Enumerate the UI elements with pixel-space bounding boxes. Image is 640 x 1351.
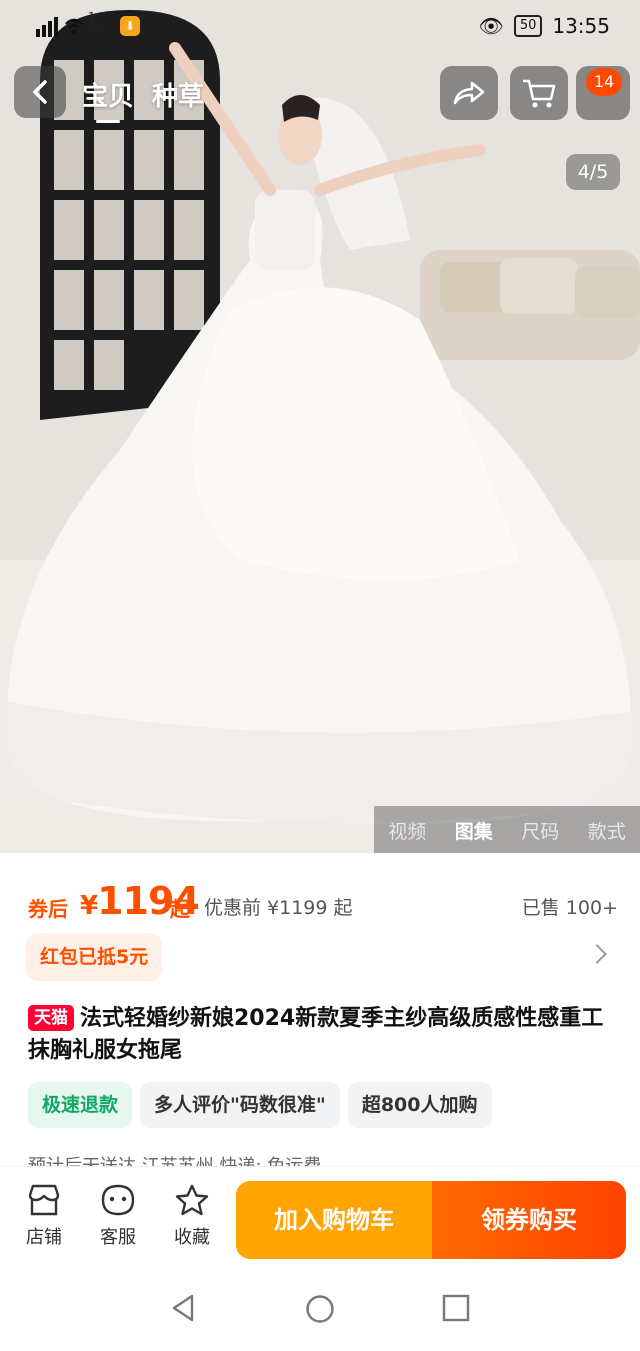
media-tab-gallery[interactable]: 图集 <box>455 817 493 844</box>
tag-list: 极速退款 多人评价"码数很准" 超800人加购 <box>28 1082 492 1128</box>
service-icon <box>101 1184 135 1216</box>
buy-with-coupon-button[interactable]: 领券购买 <box>432 1181 626 1259</box>
favorite-button[interactable]: 收藏 <box>162 1183 222 1249</box>
product-gallery[interactable]: 1.3K/s ⬇ 👁 50 13:55 宝贝 种草 ··· 14 4/5 视频 <box>0 0 640 853</box>
back-button[interactable] <box>14 66 66 118</box>
shop-icon <box>28 1184 60 1216</box>
tag-review[interactable]: 多人评价"码数很准" <box>140 1082 340 1128</box>
tag-fast-refund[interactable]: 极速退款 <box>28 1082 133 1128</box>
chevron-left-icon <box>33 80 47 104</box>
share-button[interactable] <box>440 66 498 120</box>
shop-button[interactable]: 店铺 <box>14 1183 74 1249</box>
nav-recents-icon[interactable] <box>442 1294 470 1322</box>
wedding-dress-photo <box>0 0 640 853</box>
star-icon <box>175 1184 209 1216</box>
media-tab-video[interactable]: 视频 <box>388 817 426 844</box>
media-tabs: 视频 图集 尺码 款式 <box>374 806 640 853</box>
tab-seeding[interactable]: 种草 <box>152 76 204 113</box>
product-title-text: 法式轻婚纱新娘2024新款夏季主纱高级质感性感重工抹胸礼服女拖尾 <box>28 1006 604 1063</box>
signal-icon <box>36 17 83 37</box>
battery-indicator: 50 <box>513 15 543 37</box>
eye-icon: 👁 <box>478 14 504 38</box>
system-navigation-bar <box>0 1264 640 1351</box>
share-icon <box>453 81 485 105</box>
tag-add-count[interactable]: 超800人加购 <box>347 1082 492 1128</box>
notification-app-icon: ⬇ <box>120 16 140 36</box>
product-title: 天猫 法式轻婚纱新娘2024新款夏季主纱高级质感性感重工抹胸礼服女拖尾 <box>28 1003 608 1067</box>
nav-back-icon[interactable] <box>170 1294 196 1322</box>
network-speed: 1.3 K/s <box>88 10 108 37</box>
media-tab-style[interactable]: 款式 <box>588 817 626 844</box>
tab-item[interactable]: 宝贝 <box>82 76 134 123</box>
favorite-label: 收藏 <box>174 1227 210 1248</box>
cart-button[interactable] <box>510 66 568 120</box>
price-row: 券后 ¥1194 起 优惠前 ¥1199 起 已售 100+ <box>28 879 618 927</box>
service-label: 客服 <box>100 1227 136 1248</box>
price-suffix: 起 <box>170 897 190 921</box>
cart-count-badge: 14 <box>586 68 622 96</box>
coupon-badge[interactable]: 红包已抵5元 <box>26 933 163 981</box>
bottom-action-bar: 店铺 客服 收藏 加入购物车 领券购买 <box>0 1166 640 1265</box>
media-tab-size[interactable]: 尺码 <box>521 817 559 844</box>
price-before-discount: 优惠前 ¥1199 起 <box>204 897 353 919</box>
image-counter: 4/5 <box>566 154 620 190</box>
price-prefix: 券后 <box>28 897 68 921</box>
nav-home-icon[interactable] <box>305 1294 335 1324</box>
shop-label: 店铺 <box>26 1227 62 1248</box>
sold-count: 已售 100+ <box>521 897 618 919</box>
status-bar: 1.3 K/s ⬇ 👁 50 13:55 <box>0 0 640 56</box>
shipping-info[interactable]: 预计后天送达 江苏苏州 快递: 免运费 <box>28 1153 618 1167</box>
cart-icon <box>523 79 556 108</box>
chevron-right-icon[interactable] <box>587 944 607 964</box>
time: 13:55 <box>552 14 610 38</box>
tmall-badge: 天猫 <box>28 1005 74 1031</box>
top-tabs: 宝贝 种草 <box>82 76 204 123</box>
customer-service-button[interactable]: 客服 <box>88 1183 148 1249</box>
add-to-cart-button[interactable]: 加入购物车 <box>236 1181 432 1259</box>
